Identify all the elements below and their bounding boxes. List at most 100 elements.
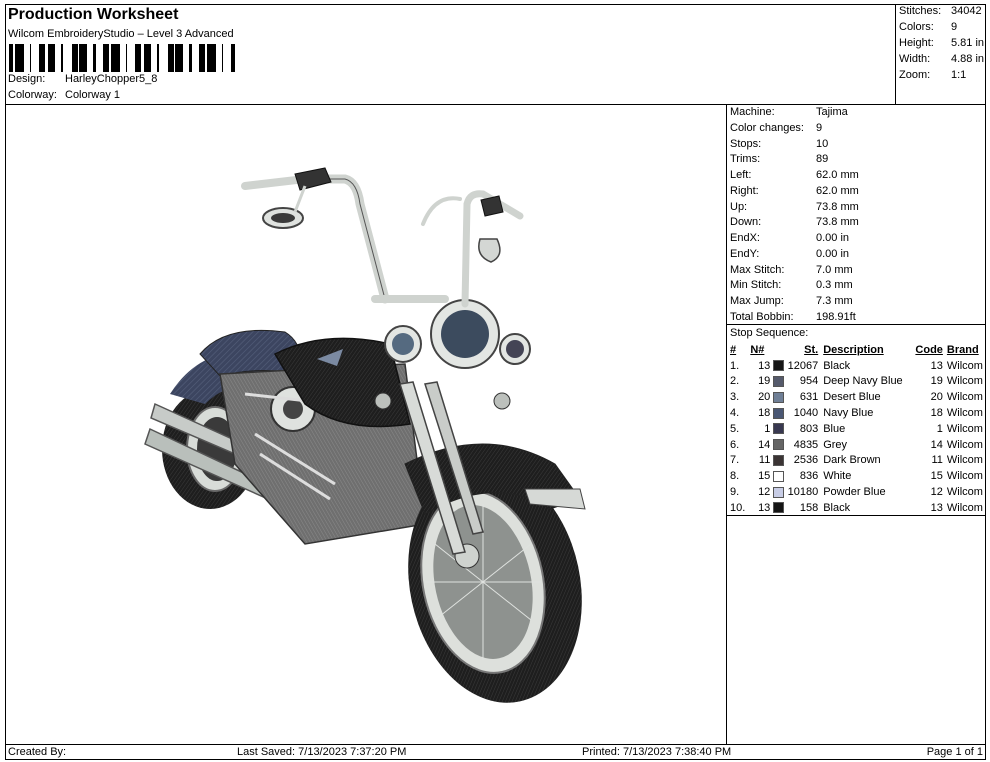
row-index: 8.	[730, 470, 740, 483]
color-code: 15	[930, 470, 943, 483]
color-swatch	[770, 484, 786, 500]
col-swatch	[770, 342, 786, 358]
color-code: 19	[930, 375, 943, 388]
color-swatch	[770, 500, 786, 516]
color-code: 12	[930, 486, 943, 499]
machine-info-label: Up:	[730, 200, 748, 213]
machine-info-row: Up: 73.8 mm	[730, 200, 859, 217]
color-description: Blue	[823, 422, 846, 435]
col-index: #	[730, 343, 737, 356]
machine-info-label: Color changes:	[730, 121, 804, 134]
stitch-count: 10180	[787, 486, 819, 499]
thread-brand: Wilcom	[946, 438, 983, 451]
row-index: 4.	[730, 407, 740, 420]
needle-number: 12	[758, 486, 771, 499]
machine-info-value: 0.3 mm	[816, 279, 853, 292]
stitch-count: 1040	[793, 407, 819, 420]
table-row: 1. 13 12067 Black 13 Wilcom	[727, 358, 986, 374]
color-swatch	[770, 358, 786, 374]
design-row: Design: HarleyChopper5_8	[8, 73, 157, 85]
color-swatch	[770, 405, 786, 421]
stitch-count: 803	[799, 422, 819, 435]
machine-info-value: 89	[816, 153, 829, 166]
last-saved: Last Saved: 7/13/2023 7:37:20 PM	[237, 746, 407, 758]
machine-info-value: 73.8 mm	[816, 216, 859, 229]
stitch-count: 954	[799, 375, 819, 388]
col-code: Code	[915, 343, 943, 356]
row-index: 3.	[730, 391, 740, 404]
stitch-count: 2536	[793, 454, 819, 467]
color-swatch-box	[772, 360, 784, 372]
summary-row: Zoom: 1:1	[899, 69, 985, 81]
machine-info-row: Left: 62.0 mm	[730, 169, 859, 185]
thread-brand: Wilcom	[946, 486, 983, 499]
summary-row: Stitches: 34042	[899, 5, 985, 17]
col-stitches: St.	[804, 343, 819, 356]
thread-brand: Wilcom	[946, 375, 983, 388]
machine-info-row: EndX: 0.00 in	[730, 232, 849, 248]
color-description: Powder Blue	[823, 486, 886, 499]
summary-row: Colors: 9	[899, 21, 985, 33]
color-swatch	[770, 374, 786, 390]
color-description: Desert Blue	[823, 391, 881, 404]
worksheet-header: Production Worksheet Wilcom EmbroiderySt…	[5, 4, 896, 105]
machine-info-value: Tajima	[816, 106, 848, 118]
machine-info-label: Trims:	[730, 153, 761, 166]
table-row: 6. 14 4835 Grey 14 Wilcom	[727, 437, 986, 453]
machine-info-value: 7.0 mm	[816, 263, 853, 276]
table-row: 7. 11 2536 Dark Brown 11 Wilcom	[727, 453, 986, 469]
table-row: 10. 13 158 Black 13 Wilcom	[727, 500, 986, 516]
summary-value: 1:1	[951, 69, 967, 81]
thread-brand: Wilcom	[946, 454, 983, 467]
summary-value: 34042	[951, 5, 982, 17]
machine-info-row: Max Stitch: 7.0 mm	[730, 264, 853, 280]
color-swatch-box	[772, 455, 784, 467]
machine-info-value: 10	[816, 137, 829, 150]
color-code: 20	[930, 391, 943, 404]
machine-info-value: 198.91ft	[816, 310, 856, 323]
color-code: 13	[930, 359, 943, 372]
machine-info-label: Total Bobbin:	[730, 310, 794, 323]
machine-info-label: Machine:	[730, 106, 775, 118]
needle-number: 20	[758, 391, 771, 404]
barcode	[9, 44, 235, 72]
machine-info-label: Down:	[730, 216, 762, 229]
machine-info-value: 62.0 mm	[816, 184, 859, 197]
machine-info-value: 73.8 mm	[816, 200, 859, 213]
color-swatch	[770, 437, 786, 453]
needle-number: 1	[764, 422, 771, 435]
machine-info-value: 62.0 mm	[816, 169, 859, 181]
needle-number: 18	[758, 407, 771, 420]
needle-number: 13	[758, 359, 771, 372]
color-swatch	[770, 389, 786, 405]
color-swatch	[770, 453, 786, 469]
summary-label: Zoom:	[899, 69, 931, 81]
table-row: 2. 19 954 Deep Navy Blue 19 Wilcom	[727, 374, 986, 390]
stop-sequence: Stop Sequence: # N# St. Description Code…	[727, 324, 986, 516]
machine-info-row: Machine: Tajima	[730, 106, 848, 122]
color-swatch-box	[772, 391, 784, 403]
table-row: 8. 15 836 White 15 Wilcom	[727, 468, 986, 484]
summary-label: Width:	[899, 53, 931, 65]
needle-number: 15	[758, 470, 771, 483]
color-code: 18	[930, 407, 943, 420]
thread-brand: Wilcom	[946, 391, 983, 404]
machine-info-label: EndY:	[730, 247, 760, 260]
design-value: HarleyChopper5_8	[65, 73, 158, 85]
color-description: Black	[823, 359, 851, 372]
col-brand: Brand	[946, 343, 979, 356]
stop-sequence-caption: Stop Sequence:	[730, 327, 809, 339]
color-code: 14	[930, 438, 943, 451]
summary-value: 5.81 in	[951, 37, 985, 49]
summary-box: Stitches: 34042 Colors: 9 Height: 5.81 in W…	[896, 4, 986, 105]
color-description: White	[823, 470, 852, 483]
machine-info-label: Left:	[730, 169, 752, 181]
colorway-row: Colorway: Colorway 1	[8, 89, 120, 101]
col-description: Description	[823, 343, 884, 356]
machine-info-row: Right: 62.0 mm	[730, 185, 859, 201]
thread-brand: Wilcom	[946, 501, 983, 514]
machine-info-row: Min Stitch: 0.3 mm	[730, 279, 853, 295]
color-swatch	[770, 421, 786, 437]
row-index: 7.	[730, 454, 740, 467]
needle-number: 14	[758, 438, 771, 451]
